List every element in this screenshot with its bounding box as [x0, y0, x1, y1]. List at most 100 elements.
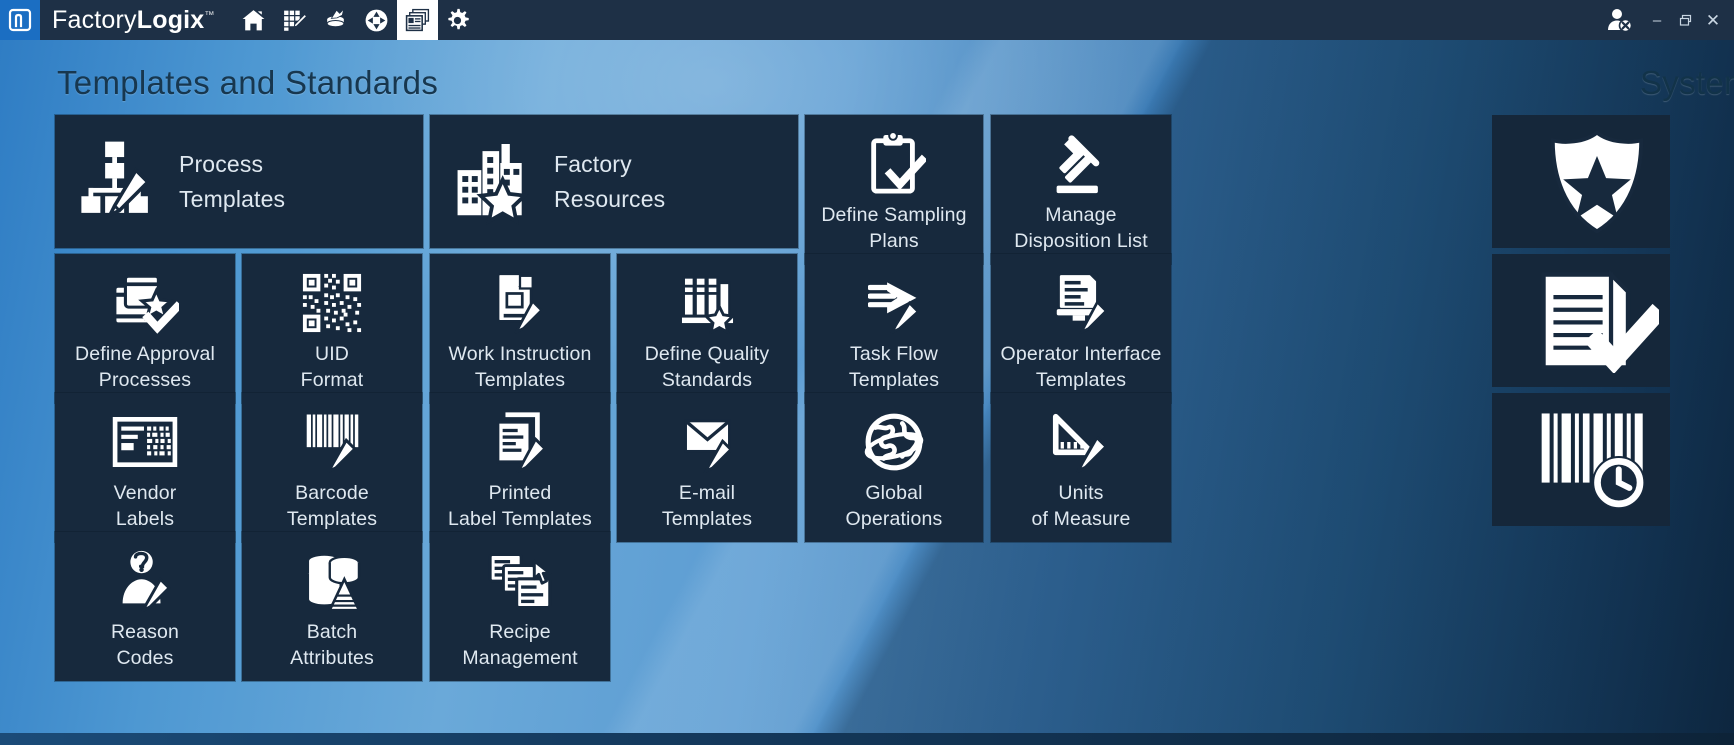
tile-operator-interface-templates[interactable]: Operator InterfaceTemplates: [991, 254, 1171, 403]
tile-system-security[interactable]: [1492, 115, 1670, 248]
user-logout-icon[interactable]: [1596, 0, 1642, 40]
batch-database-icon: [304, 550, 361, 612]
envelope-pencil-icon: [684, 411, 731, 473]
tile-label-line: Templates: [449, 368, 592, 394]
tile-factory-resources[interactable]: FactoryResources: [430, 115, 798, 248]
tile-label-line: Global: [846, 481, 943, 507]
recipe-cards-icon-wrap: [488, 548, 552, 614]
tile-label-line: Label Templates: [448, 507, 592, 533]
barcode-pencil-icon: [305, 411, 360, 473]
tile-units-of-measure[interactable]: Unitsof Measure: [991, 393, 1171, 542]
bottom-strip: [0, 733, 1734, 745]
vendor-label-icon: [112, 411, 178, 473]
tile-label-line: Batch: [290, 620, 374, 646]
monitor-pencil-icon-wrap: [1055, 270, 1108, 336]
tile-label-line: Templates: [287, 507, 377, 533]
brand-first: Factory: [52, 6, 137, 34]
tile-label-line: Disposition List: [1014, 229, 1148, 255]
tile-label: Operator InterfaceTemplates: [995, 342, 1168, 394]
tile-global-operations[interactable]: GlobalOperations: [805, 393, 983, 542]
minimize-button[interactable]: –: [1644, 0, 1670, 40]
tile-define-approval-processes[interactable]: Define ApprovalProcesses: [55, 254, 235, 403]
approval-stamp-icon: [111, 272, 179, 334]
tile-system-documents[interactable]: [1492, 254, 1670, 387]
tile-reason-codes[interactable]: ReasonCodes: [55, 532, 235, 681]
close-button[interactable]: ✕: [1700, 0, 1726, 40]
recipe-cards-icon: [488, 550, 552, 612]
navigate-icon[interactable]: [356, 0, 397, 40]
tile-label-line: Task Flow: [849, 342, 939, 368]
monitor-pencil-icon: [1055, 272, 1108, 334]
app-logo[interactable]: [0, 0, 40, 40]
tile-label-line: Processes: [75, 368, 215, 394]
person-question-icon: [119, 550, 171, 612]
tile-label-line: Manage: [1014, 203, 1148, 229]
tile-recipe-management[interactable]: RecipeManagement: [430, 532, 610, 681]
tile-label: E-mailTemplates: [656, 481, 758, 533]
tile-system-barcode[interactable]: [1492, 393, 1670, 526]
barcode-clock-icon-wrap: [1539, 408, 1656, 512]
tile-label: ReasonCodes: [105, 620, 185, 672]
globe-icon-wrap: [863, 409, 925, 475]
books-star-icon-wrap: [680, 270, 735, 336]
gavel-icon: [1051, 133, 1111, 195]
tile-label-line: Define Approval: [75, 342, 215, 368]
printed-label-icon-wrap: [494, 409, 547, 475]
title-bar: FactoryLogix™: [0, 0, 1734, 40]
tile-label: ManageDisposition List: [1008, 203, 1154, 255]
process-templates-icon: [79, 139, 155, 225]
system-group-title: System: [1640, 64, 1734, 102]
ruler-pencil-icon: [1052, 411, 1110, 473]
globe-icon: [863, 411, 925, 473]
brand-trademark: ™: [204, 10, 214, 21]
tile-label-line: Vendor: [114, 481, 177, 507]
tile-barcode-templates[interactable]: BarcodeTemplates: [242, 393, 422, 542]
ruler-pencil-icon-wrap: [1052, 409, 1110, 475]
work-instruction-icon: [491, 272, 549, 334]
barcode-pencil-icon-wrap: [305, 409, 360, 475]
materials-icon[interactable]: [315, 0, 356, 40]
work-instruction-icon-wrap: [491, 270, 549, 336]
tile-label: PrintedLabel Templates: [442, 481, 598, 533]
gear-icon[interactable]: [438, 0, 479, 40]
tile-label-line: Attributes: [290, 646, 374, 672]
windows-icon[interactable]: [397, 0, 438, 40]
tile-label-line: of Measure: [1031, 507, 1130, 533]
tile-label-line: UID: [301, 342, 364, 368]
batch-database-icon-wrap: [304, 548, 361, 614]
tile-label-line: Printed: [448, 481, 592, 507]
tile-task-flow-templates[interactable]: Task FlowTemplates: [805, 254, 983, 403]
qr-code-icon: [301, 272, 363, 334]
tile-define-sampling-plans[interactable]: Define SamplingPlans: [805, 115, 983, 264]
person-question-icon-wrap: [119, 548, 171, 614]
tile-label-line: Barcode: [287, 481, 377, 507]
tile-label-line: Work Instruction: [449, 342, 592, 368]
tile-label-line: Templates: [1001, 368, 1162, 394]
tile-printed-label-templates[interactable]: PrintedLabel Templates: [430, 393, 610, 542]
brand-second: Logix: [137, 6, 205, 34]
tile-label: UIDFormat: [295, 342, 370, 394]
logo-n-icon: [7, 7, 33, 33]
restore-button[interactable]: [1672, 0, 1698, 40]
tile-manage-disposition-list[interactable]: ManageDisposition List: [991, 115, 1171, 264]
tile-email-templates[interactable]: E-mailTemplates: [617, 393, 797, 542]
tile-process-templates[interactable]: ProcessTemplates: [55, 115, 423, 248]
tile-label: Define SamplingPlans: [815, 203, 972, 255]
factory-resources-icon-wrap: [430, 115, 554, 248]
tile-label: BatchAttributes: [284, 620, 380, 672]
books-star-icon: [680, 272, 735, 334]
home-icon[interactable]: [233, 0, 274, 40]
printed-label-icon: [494, 411, 547, 473]
tile-label-line: Templates: [849, 368, 939, 394]
tile-uid-format[interactable]: UIDFormat: [242, 254, 422, 403]
tile-label: Define ApprovalProcesses: [69, 342, 221, 394]
tile-define-quality-standards[interactable]: Define QualityStandards: [617, 254, 797, 403]
factory-resources-icon: [454, 139, 530, 225]
tile-batch-attributes[interactable]: BatchAttributes: [242, 532, 422, 681]
tile-vendor-labels[interactable]: VendorLabels: [55, 393, 235, 542]
tile-label-line: Labels: [114, 507, 177, 533]
tile-work-instruction-templates[interactable]: Work InstructionTemplates: [430, 254, 610, 403]
tile-label-line: Operations: [846, 507, 943, 533]
grid-edit-icon[interactable]: [274, 0, 315, 40]
tile-label: RecipeManagement: [456, 620, 583, 672]
